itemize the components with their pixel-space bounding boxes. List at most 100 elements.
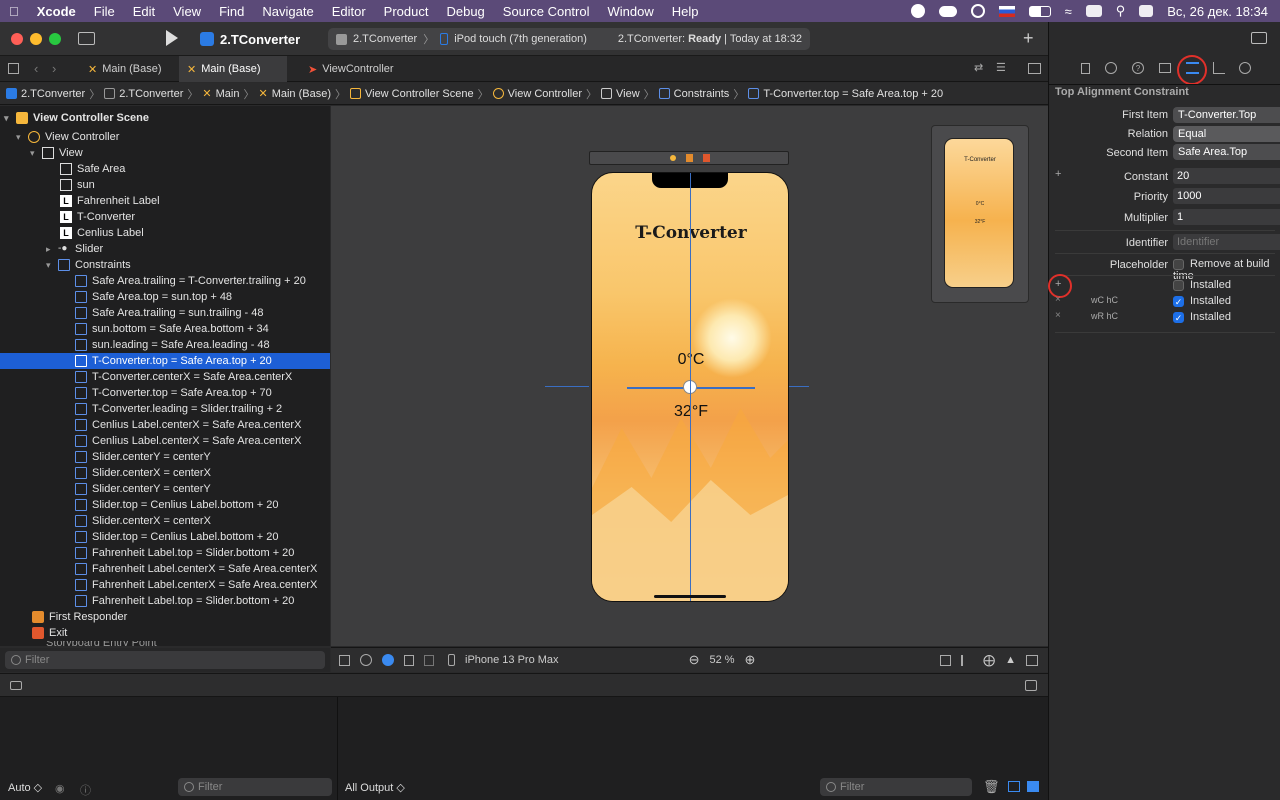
apple-icon[interactable]:  — [0, 4, 28, 19]
constraint-row[interactable]: sun.leading = Safe Area.leading - 48 — [0, 337, 330, 353]
scheme-selector[interactable]: 2.TConverter 〉 iPod touch (7th generatio… — [328, 28, 810, 50]
constraint-row[interactable]: Safe Area.top = sun.top + 48 — [0, 289, 330, 305]
document-outline-toggle-icon[interactable] — [339, 654, 350, 666]
connections-inspector-icon[interactable] — [1239, 62, 1251, 74]
wifi-icon[interactable]: ≈ — [1065, 4, 1072, 19]
disclosure-icon[interactable]: ▸ — [46, 244, 58, 255]
iphone-preview[interactable]: T-Converter 0°C 32°F — [591, 172, 789, 602]
split-right-icon[interactable] — [1027, 781, 1039, 792]
menu-view[interactable]: View — [164, 4, 210, 19]
multiplier-field[interactable]: 1 — [1173, 209, 1280, 225]
embed-in-icon[interactable] — [1026, 654, 1038, 666]
constraint-row[interactable]: Cenlius Label.centerX = Safe Area.center… — [0, 417, 330, 433]
zoom-window-button[interactable] — [49, 33, 61, 45]
outline-sun[interactable]: sun — [0, 177, 330, 193]
constraint-row[interactable]: Safe Area.trailing = sun.trailing - 48 — [0, 305, 330, 321]
constraint-row[interactable]: Fahrenheit Label.top = Slider.bottom + 2… — [0, 545, 330, 561]
constraint-row[interactable]: Slider.centerY = centerY — [0, 449, 330, 465]
installed-variation-checkbox[interactable]: ✓ Installed — [1173, 295, 1231, 307]
project-title[interactable]: 2.TConverter — [220, 32, 300, 47]
adaptation-icon[interactable] — [424, 654, 434, 666]
constraint-row[interactable]: Fahrenheit Label.top = Slider.bottom + 2… — [0, 593, 330, 609]
scheme-name[interactable]: 2.TConverter — [353, 33, 417, 45]
installed-checkbox[interactable]: Installed — [1173, 279, 1231, 291]
battery-icon[interactable] — [1028, 5, 1051, 17]
breadcrumb-view[interactable]: View — [601, 88, 640, 100]
related-items-icon[interactable]: ⇄ — [974, 61, 983, 74]
tab-viewcontroller[interactable]: ➤ ViewController — [300, 56, 410, 82]
breadcrumb-project[interactable]: 2.TConverter — [6, 88, 85, 100]
constraint-row[interactable]: T-Converter.top = Safe Area.top + 20 — [0, 353, 330, 369]
breadcrumb-constraint[interactable]: T-Converter.top = Safe Area.top + 20 — [748, 88, 943, 100]
constraint-row[interactable]: Slider.centerY = centerY — [0, 481, 330, 497]
align-icon[interactable] — [961, 654, 973, 666]
orientation-icon[interactable] — [404, 654, 414, 666]
constraint-row[interactable]: Safe Area.trailing = T-Converter.trailin… — [0, 273, 330, 289]
installed-variation-checkbox[interactable]: ✓ Installed — [1173, 311, 1231, 323]
constant-field[interactable]: 20 — [1173, 168, 1280, 184]
disclosure-icon[interactable]: ▾ — [16, 132, 28, 143]
first-item-popup[interactable]: T-Converter.Top▾ — [1173, 107, 1280, 123]
constraint-row[interactable]: T-Converter.leading = Slider.trailing + … — [0, 401, 330, 417]
flag-icon[interactable] — [998, 5, 1015, 17]
constraint-row[interactable]: Slider.centerX = centerX — [0, 465, 330, 481]
run-button[interactable] — [166, 30, 178, 46]
remove-variation-icon[interactable]: × — [1055, 310, 1061, 321]
close-window-button[interactable] — [11, 33, 23, 45]
appearance-icon[interactable] — [360, 654, 372, 666]
constraint-row[interactable]: T-Converter.top = Safe Area.top + 70 — [0, 385, 330, 401]
scene-dock[interactable] — [589, 151, 789, 165]
menu-edit[interactable]: Edit — [124, 4, 164, 19]
constraint-row[interactable]: Slider.top = Cenlius Label.bottom + 20 — [0, 529, 330, 545]
menubar-clock[interactable]: Вс, 26 дек. 18:34 — [1167, 4, 1268, 19]
interface-builder-canvas[interactable]: T-Converter 0°C 32°F T-Converter 0°C 32°… — [331, 106, 1048, 646]
history-inspector-icon[interactable] — [1105, 62, 1117, 74]
menu-debug[interactable]: Debug — [437, 4, 493, 19]
menu-app[interactable]: Xcode — [28, 4, 85, 19]
size-inspector-icon[interactable] — [1213, 62, 1225, 74]
constraint-row[interactable]: T-Converter.centerX = Safe Area.centerX — [0, 369, 330, 385]
disclosure-icon[interactable]: ▾ — [46, 260, 58, 271]
tab-main-base-2[interactable]: ✕ Main (Base) — [179, 56, 287, 82]
navigation-status-icon[interactable] — [910, 4, 925, 18]
constraint-row[interactable]: Slider.centerX = centerX — [0, 513, 330, 529]
control-center-icon[interactable] — [1139, 5, 1154, 17]
console-filter-input[interactable]: Filter — [820, 778, 972, 796]
menu-product[interactable]: Product — [375, 4, 438, 19]
update-frames-icon[interactable] — [940, 654, 952, 666]
disclosure-icon[interactable]: ▾ — [30, 148, 42, 159]
outline-t-converter[interactable]: L T-Converter — [0, 209, 330, 225]
disclosure-icon[interactable]: ▾ — [4, 113, 16, 124]
breadcrumb-scene[interactable]: View Controller Scene — [349, 88, 474, 100]
breadcrumb-folder[interactable]: 2.TConverter — [104, 88, 183, 100]
play-circle-icon[interactable] — [970, 4, 985, 18]
outline-filter-input[interactable]: Filter — [5, 651, 325, 669]
breadcrumb-main[interactable]: ✕ Main — [202, 87, 239, 101]
grid-icon[interactable] — [8, 63, 19, 74]
editor-options-icon[interactable]: ☰ — [996, 61, 1006, 74]
identity-inspector-icon[interactable] — [1159, 63, 1171, 73]
remove-variation-icon[interactable]: × — [1055, 294, 1061, 305]
device-selector[interactable]: iPhone 13 Pro Max — [465, 654, 559, 666]
menu-window[interactable]: Window — [599, 4, 663, 19]
menu-navigate[interactable]: Navigate — [253, 4, 322, 19]
relation-popup[interactable]: Equal⇕ — [1173, 126, 1280, 142]
trash-icon[interactable]: 🗑 — [983, 779, 1000, 795]
add-constraints-icon[interactable]: ⨁ — [983, 653, 995, 667]
inspector-toggle-icon[interactable] — [1251, 32, 1267, 44]
outline-exit[interactable]: Exit — [0, 625, 330, 641]
menu-file[interactable]: File — [85, 4, 124, 19]
outline-constraints[interactable]: ▾ Constraints — [0, 257, 330, 273]
constraint-row[interactable]: Fahrenheit Label.centerX = Safe Area.cen… — [0, 577, 330, 593]
add-editor-icon[interactable] — [1028, 63, 1041, 74]
help-inspector-icon[interactable]: ? — [1132, 62, 1144, 74]
add-constant-variation-icon[interactable]: + — [1055, 168, 1061, 180]
breadcrumb-constraints[interactable]: Constraints — [658, 88, 729, 100]
constraint-row[interactable]: Fahrenheit Label.centerX = Safe Area.cen… — [0, 561, 330, 577]
menu-editor[interactable]: Editor — [323, 4, 375, 19]
split-left-icon[interactable] — [1008, 781, 1020, 792]
outline-first-responder[interactable]: First Responder — [0, 609, 330, 625]
cloud-icon[interactable] — [938, 5, 957, 17]
first-responder-dock-icon[interactable] — [686, 154, 693, 162]
breadcrumb-main-base[interactable]: ✕ Main (Base) — [258, 87, 331, 101]
